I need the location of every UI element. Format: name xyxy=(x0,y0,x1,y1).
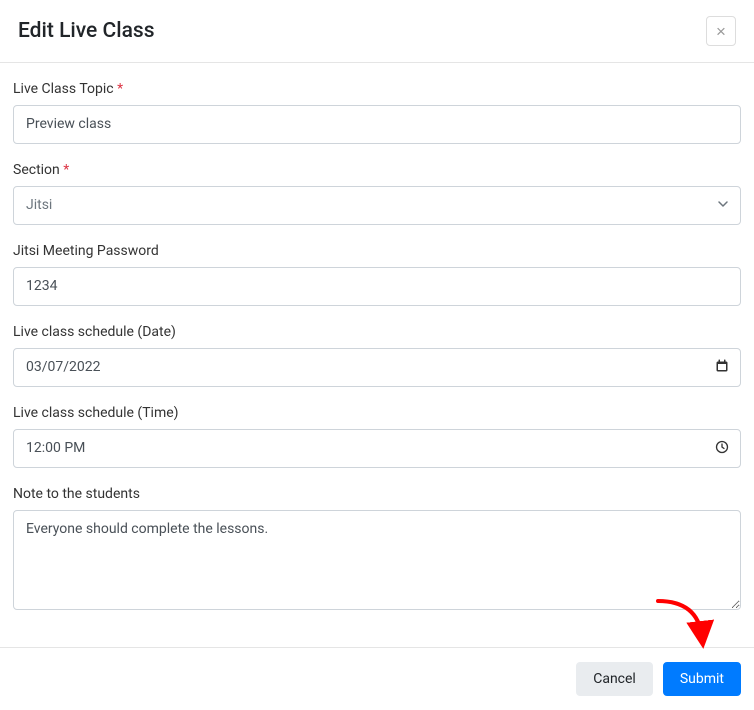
form-group-note: Note to the students xyxy=(13,486,741,614)
form-group-password: Jitsi Meeting Password xyxy=(13,243,741,306)
modal-footer: Cancel Submit xyxy=(0,647,754,710)
required-mark: * xyxy=(63,162,69,178)
modal-body: Live Class Topic * Section * Jitsi Jitsi… xyxy=(0,63,754,634)
note-label: Note to the students xyxy=(13,486,741,502)
section-label-text: Section xyxy=(13,162,60,178)
topic-label: Live Class Topic * xyxy=(13,81,741,97)
section-label: Section * xyxy=(13,162,741,178)
topic-label-text: Live Class Topic xyxy=(13,81,114,97)
modal-title: Edit Live Class xyxy=(18,19,155,43)
modal-header: Edit Live Class × xyxy=(0,0,754,63)
topic-input[interactable] xyxy=(13,105,741,144)
close-button[interactable]: × xyxy=(706,16,736,46)
date-input[interactable] xyxy=(13,348,741,387)
form-group-time: Live class schedule (Time) xyxy=(13,405,741,468)
cancel-button[interactable]: Cancel xyxy=(576,662,653,696)
time-wrap xyxy=(13,429,741,468)
time-label: Live class schedule (Time) xyxy=(13,405,741,421)
form-group-date: Live class schedule (Date) xyxy=(13,324,741,387)
submit-button[interactable]: Submit xyxy=(663,662,741,696)
password-input[interactable] xyxy=(13,267,741,306)
section-select[interactable]: Jitsi xyxy=(13,186,741,225)
password-label: Jitsi Meeting Password xyxy=(13,243,741,259)
date-wrap xyxy=(13,348,741,387)
close-icon: × xyxy=(716,23,726,40)
section-select-wrap: Jitsi xyxy=(13,186,741,225)
required-mark: * xyxy=(117,81,123,97)
time-input[interactable] xyxy=(13,429,741,468)
form-group-topic: Live Class Topic * xyxy=(13,81,741,144)
form-group-section: Section * Jitsi xyxy=(13,162,741,225)
note-textarea[interactable] xyxy=(13,510,741,610)
date-label: Live class schedule (Date) xyxy=(13,324,741,340)
